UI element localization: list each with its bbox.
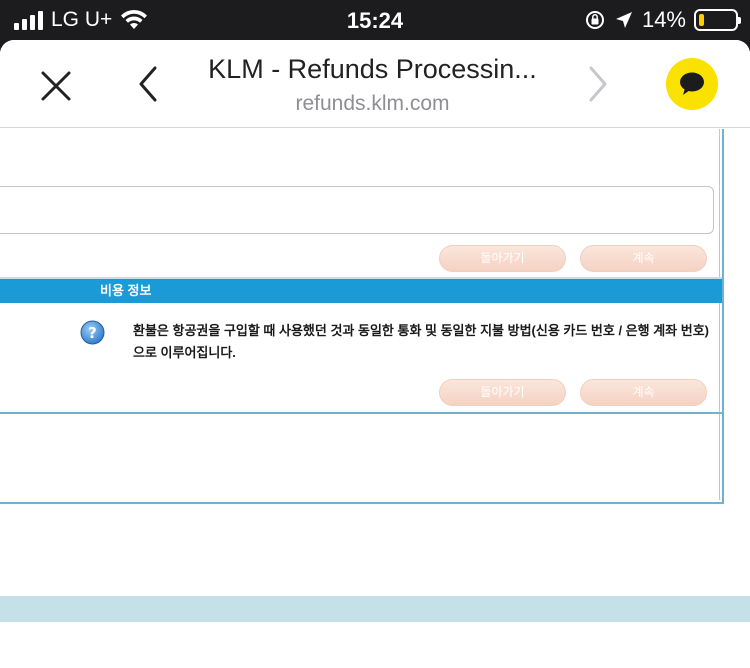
status-bar: LG U+ 15:24 14%: [0, 0, 750, 40]
rotation-lock-icon: [585, 11, 604, 29]
kakao-chat-button[interactable]: [666, 58, 718, 110]
form-frame-inner: [0, 129, 720, 500]
web-content: 돌아가기 계속 비용 정보 ? 환불은 항공권을 구입할 때 사용했던 것과 동…: [0, 129, 750, 668]
in-app-browser: KLM - Refunds Processin... refunds.klm.c…: [0, 40, 750, 668]
close-icon[interactable]: [36, 66, 76, 106]
section-header: 비용 정보: [0, 279, 722, 303]
battery-icon: [694, 9, 741, 31]
section-bottom-divider: [0, 412, 722, 414]
continue-button-bottom[interactable]: 계속: [580, 379, 707, 406]
page-title: KLM - Refunds Processin...: [208, 54, 537, 84]
back-button[interactable]: 돌아가기: [439, 245, 566, 272]
location-icon: [615, 12, 632, 28]
help-icon: ?: [80, 320, 105, 345]
status-right: 14%: [584, 7, 741, 33]
footer-band: [0, 596, 750, 622]
back-button-bottom[interactable]: 돌아가기: [439, 379, 566, 406]
continue-button[interactable]: 계속: [580, 245, 707, 272]
kakao-chat-icon: [680, 72, 704, 95]
svg-text:?: ?: [88, 324, 97, 342]
back-icon[interactable]: [130, 64, 166, 104]
battery-percent: 14%: [641, 7, 686, 32]
forward-icon[interactable]: [580, 64, 616, 104]
browser-navbar: KLM - Refunds Processin... refunds.klm.c…: [0, 40, 750, 128]
refund-message: 환불은 항공권을 구입할 때 사용했던 것과 동일한 통화 및 동일한 지불 방…: [133, 323, 709, 360]
form-text-field[interactable]: [0, 186, 714, 234]
page-url: refunds.klm.com: [295, 92, 450, 115]
